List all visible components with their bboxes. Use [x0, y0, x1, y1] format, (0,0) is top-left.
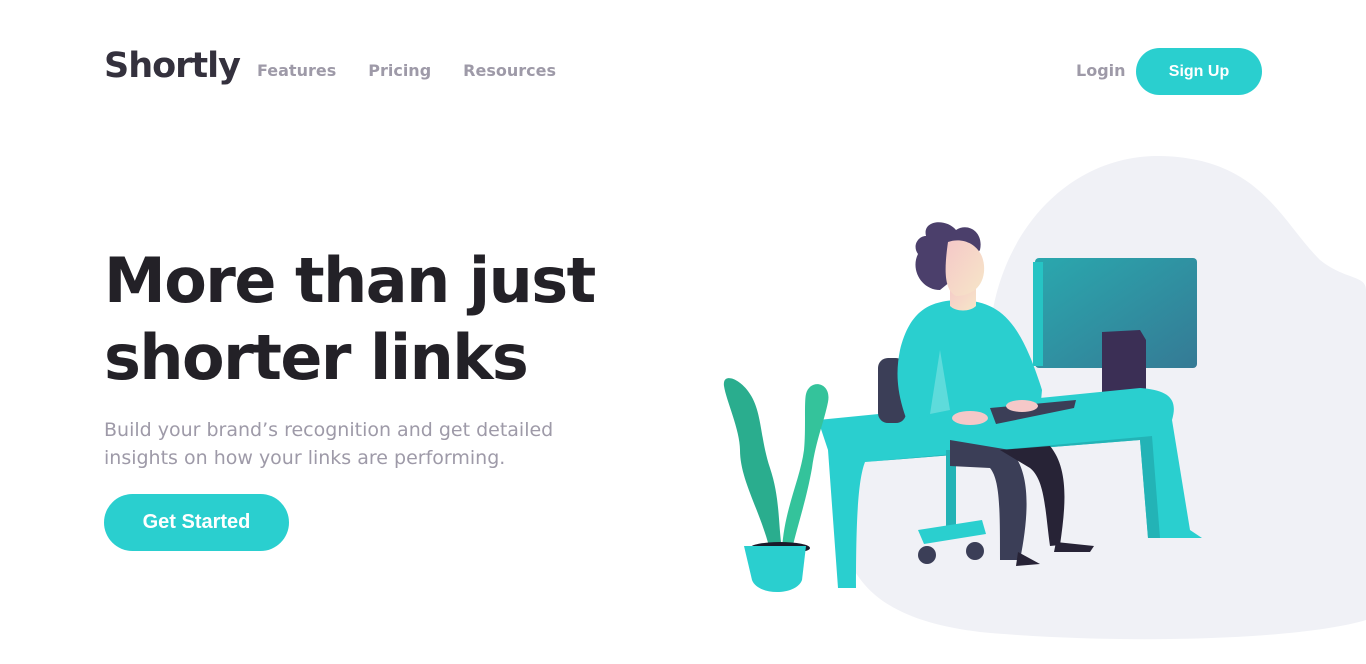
get-started-button[interactable]: Get Started [104, 494, 289, 551]
site-header: Shortly Features Pricing Resources Login… [0, 0, 1366, 140]
nav-link-pricing[interactable]: Pricing [368, 61, 431, 80]
plant [723, 378, 782, 550]
login-link[interactable]: Login [1076, 61, 1126, 80]
nav-link-resources[interactable]: Resources [463, 61, 556, 80]
sign-up-button[interactable]: Sign Up [1136, 48, 1262, 95]
logo[interactable]: Shortly [104, 46, 241, 86]
nav-link-features[interactable]: Features [257, 61, 336, 80]
main-nav: Features Pricing Resources [257, 61, 556, 80]
plant-pot [744, 546, 806, 592]
working-illustration [723, 155, 1366, 640]
hero-subtitle: Build your brand’s recognition and get d… [104, 419, 554, 469]
hero-title: More than just shorter links [104, 244, 596, 394]
